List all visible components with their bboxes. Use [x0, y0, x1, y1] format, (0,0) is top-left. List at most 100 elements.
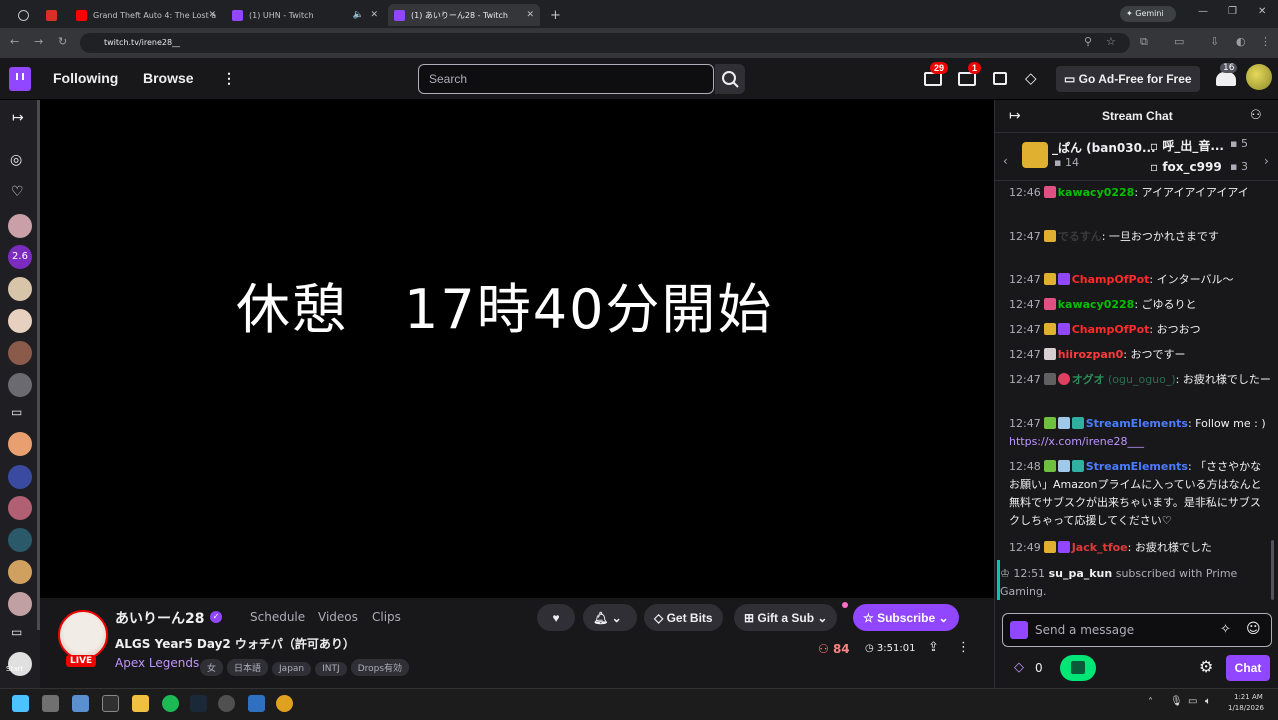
get-bits-button[interactable]: ◇ Get Bits [644, 604, 723, 631]
more-options-icon[interactable]: ⋮ [957, 640, 970, 655]
sidepanel-icon[interactable]: ▭ [1174, 35, 1184, 48]
file-explorer-icon[interactable] [132, 695, 149, 712]
tag[interactable]: 日本語 [227, 659, 269, 676]
chat-message[interactable]: 12:48 StreamElements: 「ささやかなお願い」Amazonプライ… [1009, 458, 1271, 530]
channel-avatar[interactable] [8, 214, 32, 238]
leaderboard-prev-icon[interactable]: ‹ [1003, 154, 1008, 168]
chrome-icon[interactable] [276, 695, 293, 712]
browser-menu-icon[interactable]: ⋮ [1260, 35, 1271, 48]
minimize-icon[interactable]: — [1198, 6, 1208, 17]
ad-free-button[interactable]: ▭ Go Ad-Free for Free [1056, 66, 1200, 92]
downloads-icon[interactable]: ⇩ [1210, 35, 1219, 48]
windows-start-icon[interactable] [12, 695, 29, 712]
gifter-name[interactable]: ▫ 呼_出_音... [1150, 137, 1224, 154]
chat-message[interactable]: 12:47 オグオ (ogu_oguo_): お疲れ様でしたー [1009, 371, 1271, 389]
taskbar-app-icon[interactable] [72, 695, 89, 712]
bookmark-star-icon[interactable]: ☆ [1106, 35, 1116, 48]
tab-gta[interactable]: Grand Theft Auto 4: The Lost a ✕ [70, 4, 222, 26]
speaker-icon[interactable]: 🔈 [353, 10, 364, 20]
bits-icon[interactable] [1216, 72, 1236, 86]
sub-emote-icon[interactable] [1010, 621, 1028, 639]
user-avatar[interactable] [1246, 64, 1272, 90]
leaderboard-next-icon[interactable]: › [1264, 154, 1269, 168]
restore-icon[interactable]: ❐ [1228, 6, 1237, 17]
twitch-logo-icon[interactable] [9, 67, 31, 91]
channel-avatar[interactable] [8, 465, 32, 489]
bits-cheer-icon[interactable]: ✧ [1220, 622, 1231, 637]
msg-user[interactable]: StreamElements [1086, 460, 1188, 473]
nav-following[interactable]: Following [53, 70, 118, 86]
expand-sidebar-icon[interactable]: ↦ [12, 110, 24, 126]
spotify-icon[interactable] [162, 695, 179, 712]
channel-name[interactable]: あいりーん28 [115, 608, 204, 628]
gifter-name[interactable]: _ぱん (ban030... [1052, 139, 1156, 156]
chat-message[interactable]: 12:49 Jack_tfoe: お疲れ様でした [1009, 539, 1271, 557]
video-camera-icon[interactable]: ▭ [11, 405, 22, 419]
notify-bell-button[interactable]: 🔔︎ ⌄ [583, 604, 637, 631]
reload-icon[interactable]: ↻ [58, 35, 67, 48]
close-icon[interactable]: ✕ [370, 10, 378, 20]
video-player[interactable] [40, 100, 994, 598]
tray-arrow-icon[interactable]: ˄ [1148, 697, 1153, 708]
channel-avatar[interactable] [8, 432, 32, 456]
channel-avatar[interactable] [8, 592, 32, 616]
tab-uhn[interactable]: (1) UHN - Twitch 🔈 ✕ [226, 4, 384, 26]
tag[interactable]: INTJ [315, 662, 347, 676]
channel-avatar[interactable] [8, 309, 32, 333]
chat-settings-gear-icon[interactable]: ⚙ [1199, 657, 1213, 676]
msg-user[interactable]: kawacy0228 [1058, 298, 1135, 311]
task-view-icon[interactable] [42, 695, 59, 712]
close-window-icon[interactable]: ✕ [1258, 6, 1266, 17]
new-tab-button[interactable]: + [544, 4, 564, 26]
gift-sub-button[interactable]: ⊞ Gift a Sub ⌄ [734, 604, 838, 631]
taskbar-app-icon[interactable] [218, 695, 235, 712]
prime-crown-icon[interactable]: ◇ [1025, 69, 1037, 87]
clock-time[interactable]: 1:21 AM [1234, 693, 1263, 701]
chat-message[interactable]: 12:47 StreamElements: Follow me : ) https… [1009, 415, 1271, 451]
channel-avatar[interactable] [8, 560, 32, 584]
notice-user[interactable]: su_pa_kun [1049, 567, 1113, 580]
chat-message[interactable]: 12:46 kawacy0228: アイアイアイアイアイ [1009, 184, 1271, 202]
close-icon[interactable]: ✕ [526, 10, 534, 20]
more-menu-icon[interactable]: ⋮ [222, 70, 236, 87]
subscribe-button[interactable]: ☆ Subscribe ⌄ [853, 604, 959, 631]
channel-avatar-large[interactable] [58, 610, 108, 660]
close-icon[interactable]: ✕ [208, 10, 216, 20]
chat-scrollbar[interactable] [1271, 540, 1274, 600]
msg-user[interactable]: kawacy0228 [1058, 186, 1135, 199]
chat-message[interactable]: 12:47 hiirozpan0: おつですー [1009, 346, 1271, 364]
back-icon[interactable]: ← [10, 35, 19, 48]
tag[interactable]: Japan [272, 662, 312, 676]
gemini-button[interactable]: ✦ Gemini [1120, 6, 1176, 22]
chat-message[interactable]: 12:47 ChampOfPot: おつおつ [1009, 321, 1271, 339]
msg-user[interactable]: Jack_tfoe [1072, 541, 1128, 554]
chat-message[interactable]: 12:47 でるすん: 一旦おつかれさまです [1009, 228, 1271, 246]
url-field[interactable]: twitch.tv/irene28__ [80, 33, 1130, 53]
tab-search-icon[interactable] [12, 4, 38, 26]
channel-points-icon[interactable]: ◇ [1014, 660, 1024, 675]
taskbar-app-icon[interactable] [102, 695, 119, 712]
volume-icon[interactable]: 🔈︎ [1205, 696, 1211, 707]
channel-avatar[interactable]: 2.6 [8, 245, 32, 269]
msg-user[interactable]: ChampOfPot [1072, 323, 1150, 336]
notifications-icon[interactable] [924, 72, 942, 86]
chat-send-button[interactable]: Chat [1226, 655, 1270, 681]
steam-icon[interactable] [190, 695, 207, 712]
collapse-chat-icon[interactable]: ↦ [1009, 108, 1021, 124]
tag[interactable]: 女 [200, 659, 224, 676]
nav-browse[interactable]: Browse [143, 70, 194, 86]
video-camera-icon[interactable]: ▭ [11, 625, 22, 639]
link-clips[interactable]: Clips [372, 610, 401, 624]
msg-user[interactable]: ChampOfPot [1072, 273, 1150, 286]
chat-message[interactable]: 12:47 kawacy0228: ごゆるりと [1009, 296, 1271, 314]
claim-bonus-button[interactable] [1060, 655, 1096, 681]
zoom-icon[interactable]: ⚲ [1084, 35, 1092, 48]
tab-irene[interactable]: (1) あいりーん28 - Twitch ✕ [388, 4, 540, 26]
search-input[interactable]: Search [418, 64, 714, 94]
network-icon[interactable]: ▭ [1188, 696, 1197, 707]
link-videos[interactable]: Videos [318, 610, 358, 624]
link-schedule[interactable]: Schedule [250, 610, 305, 624]
game-link[interactable]: Apex Legends [115, 656, 199, 670]
msg-user[interactable]: hiirozpan0 [1058, 348, 1124, 361]
microphone-icon[interactable]: 🎙︎ [1170, 696, 1183, 707]
